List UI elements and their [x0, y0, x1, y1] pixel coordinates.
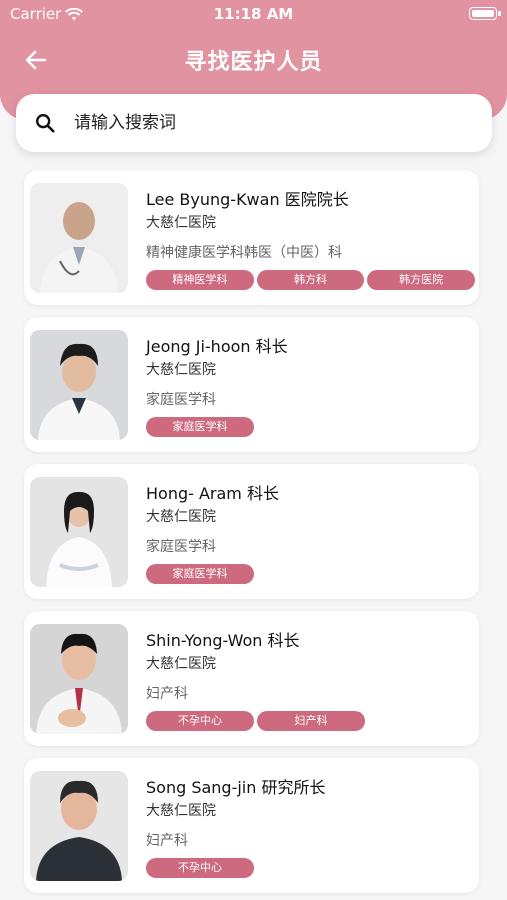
page-title: 寻找医护人员	[184, 50, 323, 75]
doctor-name: Hong- Aram 科长	[146, 484, 279, 503]
doctor-photo	[30, 183, 128, 293]
doctor-hospital: 大慈仁医院	[146, 215, 216, 231]
doctor-name: Song Sang-jin 研究所长	[146, 778, 326, 797]
tag-list: 家庭医学科	[146, 564, 475, 584]
department-tag[interactable]: 家庭医学科	[146, 564, 254, 584]
department-tag[interactable]: 韩方科	[256, 270, 365, 290]
doctor-department: 妇产科	[146, 833, 188, 849]
doctor-department: 妇产科	[146, 686, 188, 702]
search-bar[interactable]	[16, 94, 492, 152]
department-tag[interactable]: 家庭医学科	[146, 417, 254, 437]
tag-list: 家庭医学科	[146, 417, 475, 437]
status-time: 11:18 AM	[213, 5, 294, 23]
doctor-hospital: 大慈仁医院	[146, 803, 216, 819]
department-tag[interactable]: 不孕中心	[146, 711, 254, 731]
doctor-department: 家庭医学科	[146, 539, 216, 555]
battery-icon	[469, 7, 501, 20]
doctor-name: Jeong Ji-hoon 科长	[146, 337, 288, 356]
doctor-department: 精神健康医学科韩医（中医）科	[146, 245, 342, 261]
doctor-name: Shin-Yong-Won 科长	[146, 631, 300, 650]
doctor-card[interactable]: Hong- Aram 科长 大慈仁医院 家庭医学科 家庭医学科	[24, 464, 479, 599]
search-icon	[36, 114, 55, 133]
doctor-department: 家庭医学科	[146, 392, 216, 408]
doctor-photo	[30, 624, 128, 734]
status-bar: Carrier 11:18 AM	[0, 0, 507, 28]
doctor-hospital: 大慈仁医院	[146, 656, 216, 672]
search-input[interactable]	[74, 113, 454, 133]
department-tag[interactable]: 妇产科	[257, 711, 365, 731]
doctor-photo	[30, 477, 128, 587]
doctor-card[interactable]: Lee Byung-Kwan 医院院长 大慈仁医院 精神健康医学科韩医（中医）科…	[24, 170, 479, 305]
tag-list: 不孕中心	[146, 858, 475, 878]
doctor-name: Lee Byung-Kwan 医院院长	[146, 190, 349, 209]
doctor-card[interactable]: Jeong Ji-hoon 科长 大慈仁医院 家庭医学科 家庭医学科	[24, 317, 479, 452]
tag-list: 精神医学科 韩方科 韩方医院	[146, 270, 476, 290]
department-tag[interactable]: 韩方医院	[367, 270, 476, 290]
doctor-photo	[30, 330, 128, 440]
doctor-hospital: 大慈仁医院	[146, 509, 216, 525]
doctor-photo	[30, 771, 128, 881]
tag-list: 不孕中心 妇产科	[146, 711, 475, 731]
department-tag[interactable]: 精神医学科	[146, 270, 254, 290]
department-tag[interactable]: 不孕中心	[146, 858, 254, 878]
doctor-card[interactable]: Song Sang-jin 研究所长 大慈仁医院 妇产科 不孕中心	[24, 758, 479, 893]
doctor-list: Lee Byung-Kwan 医院院长 大慈仁医院 精神健康医学科韩医（中医）科…	[24, 170, 484, 900]
doctor-hospital: 大慈仁医院	[146, 362, 216, 378]
doctor-card[interactable]: Shin-Yong-Won 科长 大慈仁医院 妇产科 不孕中心 妇产科	[24, 611, 479, 746]
